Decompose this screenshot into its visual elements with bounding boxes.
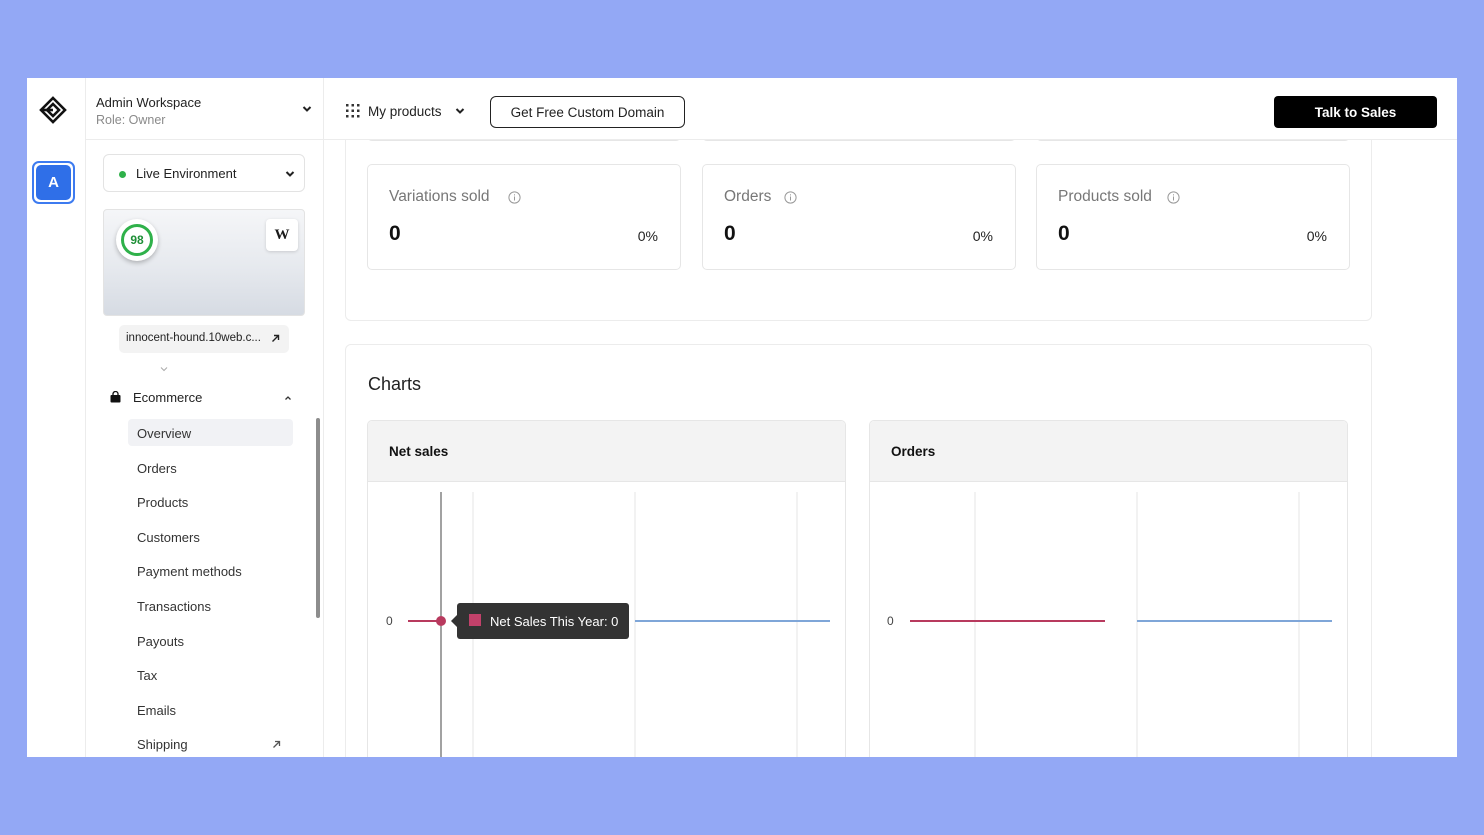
- net-sales-plot[interactable]: 0 Net Sales This Year: 0: [368, 482, 846, 757]
- apps-grid-icon[interactable]: [346, 104, 360, 118]
- orders-chart-header: Orders: [870, 421, 1347, 482]
- y-tick-label: 0: [887, 614, 894, 628]
- environment-status-dot: [119, 171, 126, 178]
- variations-sold-percent: 0%: [637, 228, 658, 244]
- site-url-link[interactable]: innocent-hound.10web.c...: [119, 325, 289, 353]
- products-sold-title: Products sold: [1058, 188, 1152, 205]
- sidebar-item-products[interactable]: Products: [128, 488, 293, 515]
- environment-selector[interactable]: Live Environment: [103, 154, 305, 192]
- wordpress-icon[interactable]: W: [266, 219, 298, 251]
- variations-sold-title: Variations sold: [389, 188, 490, 205]
- sidebar-item-overview[interactable]: Overview: [128, 419, 293, 446]
- chevron-down-icon: [285, 171, 295, 177]
- orders-title: Orders: [724, 188, 772, 205]
- stat-card: $0 0%: [702, 140, 1016, 141]
- my-products-menu[interactable]: My products: [368, 104, 442, 119]
- site-preview[interactable]: 98 W: [103, 209, 305, 316]
- y-tick-label: 0: [386, 614, 393, 628]
- workspace-switcher[interactable]: Admin Workspace Role: Owner: [86, 78, 324, 140]
- chevron-up-icon: [285, 396, 291, 400]
- charts-panel: Charts Net sales 0 Net Sales This Year: …: [345, 344, 1372, 757]
- app-window: A Admin Workspace Role: Owner Live Envir…: [27, 78, 1457, 757]
- external-link-icon: [273, 740, 281, 748]
- sidebar-scrollbar[interactable]: [316, 418, 320, 618]
- workspace-role: Role: Owner: [96, 113, 166, 127]
- orders-chart-title: Orders: [891, 444, 936, 459]
- info-icon[interactable]: [508, 191, 521, 204]
- tooltip-text: Net Sales This Year: 0: [490, 614, 618, 629]
- ecommerce-section-header[interactable]: Ecommerce: [86, 387, 324, 409]
- top-bar: My products Get Free Custom Domain Talk …: [324, 78, 1457, 140]
- stats-panel: $0 0% $0 0% $0 0% Variations sold 0 0% O…: [345, 140, 1372, 321]
- products-sold-value: 0: [1058, 222, 1070, 245]
- charts-title: Charts: [368, 374, 422, 394]
- orders-card: Orders 0 0%: [702, 164, 1016, 270]
- info-icon[interactable]: [784, 191, 797, 204]
- avatar-initial: A: [36, 165, 71, 200]
- products-sold-percent: 0%: [1306, 228, 1327, 244]
- products-sold-card: Products sold 0 0%: [1036, 164, 1350, 270]
- site-url: innocent-hound.10web.c...: [126, 332, 261, 344]
- left-rail: A: [27, 78, 86, 757]
- chart-tooltip: Net Sales This Year: 0: [451, 603, 629, 639]
- get-custom-domain-button[interactable]: Get Free Custom Domain: [490, 96, 685, 128]
- variations-sold-value: 0: [389, 222, 401, 245]
- chevron-down-icon: [302, 106, 312, 112]
- sidebar-item-orders[interactable]: Orders: [128, 454, 293, 481]
- workspace-name: Admin Workspace: [96, 95, 202, 110]
- performance-score: 98: [121, 224, 153, 256]
- main-content: $0 0% $0 0% $0 0% Variations sold 0 0% O…: [324, 140, 1457, 757]
- environment-label: Live Environment: [136, 166, 237, 181]
- app-logo-icon[interactable]: [39, 96, 67, 124]
- sidebar-item-payouts[interactable]: Payouts: [128, 627, 293, 654]
- sidebar-item-transactions[interactable]: Transactions: [128, 592, 293, 619]
- sidebar: Admin Workspace Role: Owner Live Environ…: [86, 78, 324, 757]
- info-icon[interactable]: [1167, 191, 1180, 204]
- sidebar-item-shipping[interactable]: Shipping: [128, 730, 293, 757]
- orders-plot[interactable]: 0: [870, 482, 1348, 757]
- sidebar-item-emails[interactable]: Emails: [128, 696, 293, 723]
- user-avatar[interactable]: A: [32, 161, 75, 204]
- chevron-down-icon[interactable]: [160, 366, 168, 372]
- data-point[interactable]: [436, 616, 446, 626]
- orders-chart: Orders 0: [869, 420, 1348, 757]
- net-sales-chart-header: Net sales: [368, 421, 845, 482]
- net-sales-chart: Net sales 0 Net Sales This Year: 0: [367, 420, 846, 757]
- chevron-down-icon[interactable]: [455, 106, 465, 116]
- orders-value: 0: [724, 222, 736, 245]
- sidebar-item-customers[interactable]: Customers: [128, 523, 293, 550]
- net-sales-chart-title: Net sales: [389, 444, 449, 459]
- shopping-bag-icon: [110, 391, 121, 403]
- talk-to-sales-button[interactable]: Talk to Sales: [1274, 96, 1437, 128]
- stat-card: $0 0%: [367, 140, 681, 141]
- sidebar-item-payment-methods[interactable]: Payment methods: [128, 557, 293, 584]
- ecommerce-section-label: Ecommerce: [133, 390, 203, 405]
- external-link-icon: [272, 334, 280, 342]
- performance-score-badge: 98: [116, 219, 158, 261]
- stat-card: $0 0%: [1036, 140, 1350, 141]
- sidebar-item-tax[interactable]: Tax: [128, 661, 293, 688]
- variations-sold-card: Variations sold 0 0%: [367, 164, 681, 270]
- orders-percent: 0%: [972, 228, 993, 244]
